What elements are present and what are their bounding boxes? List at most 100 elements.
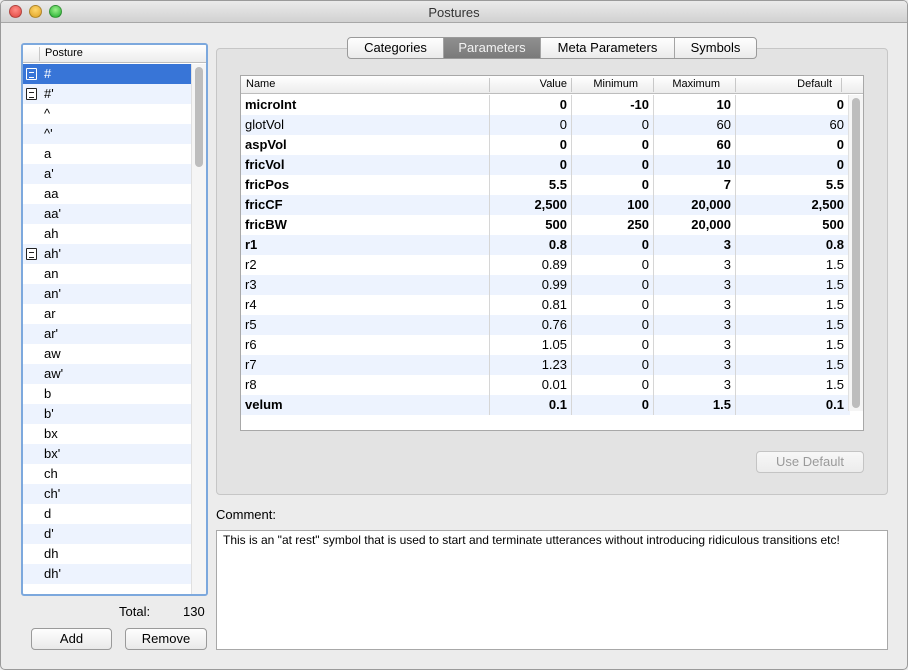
use-default-button[interactable]: Use Default <box>756 451 864 473</box>
column-separator <box>39 47 40 61</box>
table-row[interactable]: fricVol 0 0 10 0 <box>241 155 850 175</box>
remove-button[interactable]: Remove <box>125 628 207 650</box>
table-row[interactable]: microInt 0 -10 10 0 <box>241 95 850 115</box>
table-row[interactable]: fricCF 2,500 100 20,000 2,500 <box>241 195 850 215</box>
list-item[interactable]: ^' <box>23 124 192 144</box>
list-item[interactable]: a <box>23 144 192 164</box>
list-item[interactable]: aw <box>23 344 192 364</box>
list-item-label: # <box>44 66 52 81</box>
list-item[interactable]: #' <box>23 84 192 104</box>
cell-value[interactable]: 0.89 <box>490 255 567 275</box>
table-row[interactable]: fricBW 500 250 20,000 500 <box>241 215 850 235</box>
cell-value[interactable]: 0.76 <box>490 315 567 335</box>
column-header-name[interactable]: Name <box>246 78 275 92</box>
table-row[interactable]: glotVol 0 0 60 60 <box>241 115 850 135</box>
cell-minimum: 0 <box>641 277 649 292</box>
list-item[interactable]: ah' <box>23 244 192 264</box>
cell-value[interactable]: 0.8 <box>490 235 567 255</box>
cell-value[interactable]: 500 <box>490 215 567 235</box>
list-item[interactable]: a' <box>23 164 192 184</box>
list-item-label: #' <box>44 86 54 101</box>
cell-value[interactable]: 0 <box>490 95 567 115</box>
posture-list[interactable]: Posture # #' ^ ^' a a' aa aa' ah ah' an an' ar ar' aw a… <box>21 43 208 596</box>
cell-maximum: 1.5 <box>712 397 731 412</box>
cell-minimum: 0 <box>641 137 649 152</box>
cell-value[interactable]: 0.01 <box>490 375 567 395</box>
comment-text-area[interactable]: This is an "at rest" symbol that is used… <box>216 530 888 650</box>
list-item[interactable]: aa' <box>23 204 192 224</box>
tab-meta-parameters[interactable]: Meta Parameters <box>541 38 675 58</box>
list-item-label: aa' <box>44 206 61 221</box>
list-item[interactable]: b' <box>23 404 192 424</box>
list-item[interactable]: dh <box>23 544 192 564</box>
list-item[interactable]: aa <box>23 184 192 204</box>
table-row[interactable]: aspVol 0 0 60 0 <box>241 135 850 155</box>
list-item[interactable]: d <box>23 504 192 524</box>
list-item[interactable]: ^ <box>23 104 192 124</box>
cell-minimum: 0 <box>641 157 649 172</box>
list-item[interactable]: dh' <box>23 564 192 584</box>
posture-column-header[interactable]: Posture <box>45 47 83 59</box>
list-item[interactable]: aw' <box>23 364 192 384</box>
list-item-label: aw' <box>44 366 64 381</box>
table-row[interactable]: r5 0.76 0 3 1.5 <box>241 315 850 335</box>
table-row[interactable]: r1 0.8 0 3 0.8 <box>241 235 850 255</box>
list-item[interactable]: an' <box>23 284 192 304</box>
table-row[interactable]: r3 0.99 0 3 1.5 <box>241 275 850 295</box>
parameters-table[interactable]: Name Value Minimum Maximum Default micro… <box>240 75 864 431</box>
cell-value[interactable]: 2,500 <box>490 195 567 215</box>
list-item-label: ar <box>44 306 56 321</box>
cell-value[interactable]: 0 <box>490 135 567 155</box>
table-row[interactable]: fricPos 5.5 0 7 5.5 <box>241 175 850 195</box>
list-item[interactable]: ch' <box>23 484 192 504</box>
cell-name: r1 <box>245 237 258 252</box>
table-row[interactable]: r7 1.23 0 3 1.5 <box>241 355 850 375</box>
list-item[interactable]: ch <box>23 464 192 484</box>
tab-symbols[interactable]: Symbols <box>675 38 756 58</box>
cell-default: 1.5 <box>825 377 844 392</box>
cell-default: 0 <box>836 97 844 112</box>
cell-value[interactable]: 1.05 <box>490 335 567 355</box>
column-divider <box>571 95 572 415</box>
table-row[interactable]: r8 0.01 0 3 1.5 <box>241 375 850 395</box>
cell-name: fricBW <box>245 217 287 232</box>
list-item[interactable]: b <box>23 384 192 404</box>
list-item-label: ch' <box>44 486 61 501</box>
cell-value[interactable]: 5.5 <box>490 175 567 195</box>
cell-value[interactable]: 1.23 <box>490 355 567 375</box>
posture-list-scrollbar[interactable] <box>191 64 206 594</box>
column-header-default[interactable]: Default <box>736 78 832 92</box>
column-header-minimum[interactable]: Minimum <box>572 78 638 92</box>
list-item[interactable]: bx <box>23 424 192 444</box>
table-row[interactable]: r6 1.05 0 3 1.5 <box>241 335 850 355</box>
add-button[interactable]: Add <box>31 628 112 650</box>
list-item[interactable]: ar' <box>23 324 192 344</box>
cell-value[interactable]: 0.81 <box>490 295 567 315</box>
list-item-label: a' <box>44 166 54 181</box>
cell-value[interactable]: 0.1 <box>490 395 567 415</box>
tab-parameters[interactable]: Parameters <box>444 38 541 58</box>
tab-categories[interactable]: Categories <box>348 38 444 58</box>
cell-value[interactable]: 0.99 <box>490 275 567 295</box>
table-row[interactable]: r4 0.81 0 3 1.5 <box>241 295 850 315</box>
cell-value[interactable]: 0 <box>490 155 567 175</box>
list-item[interactable]: bx' <box>23 444 192 464</box>
table-row[interactable]: r2 0.89 0 3 1.5 <box>241 255 850 275</box>
cell-minimum: 0 <box>641 397 649 412</box>
table-row[interactable]: velum 0.1 0 1.5 0.1 <box>241 395 850 415</box>
cell-maximum: 3 <box>723 337 731 352</box>
column-header-maximum[interactable]: Maximum <box>654 78 720 92</box>
table-scrollbar[interactable] <box>848 95 863 411</box>
list-item[interactable]: ah <box>23 224 192 244</box>
posture-list-scroll-thumb[interactable] <box>195 67 203 167</box>
posture-list-header[interactable]: Posture <box>23 45 206 63</box>
total-value: 130 <box>183 604 205 619</box>
cell-minimum: 250 <box>627 217 649 232</box>
table-scroll-thumb[interactable] <box>852 98 860 408</box>
list-item[interactable]: # <box>23 64 192 84</box>
list-item[interactable]: ar <box>23 304 192 324</box>
cell-value[interactable]: 0 <box>490 115 567 135</box>
list-item[interactable]: an <box>23 264 192 284</box>
list-item[interactable]: d' <box>23 524 192 544</box>
column-header-value[interactable]: Value <box>490 78 567 92</box>
